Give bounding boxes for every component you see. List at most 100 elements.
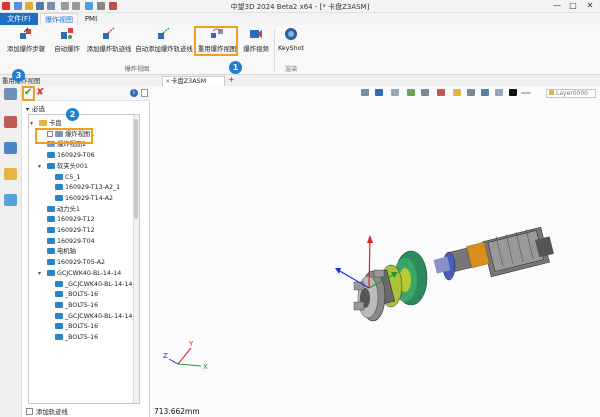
assembly-manager-icon[interactable] [4, 88, 17, 100]
tree-item[interactable]: 160929-T04 [47, 237, 95, 246]
explode-view1-highlight [35, 128, 93, 144]
part-icon [47, 162, 55, 169]
auto-explode-icon [61, 28, 73, 39]
explode-video-label: 爆炸视频 [243, 45, 269, 53]
tree-item[interactable]: ▾ 软夹头001 [38, 162, 88, 171]
part-icon [55, 301, 63, 308]
auto-explode-label: 自动爆炸 [54, 45, 80, 53]
add-explode-trail-button[interactable]: 添加爆炸轨迹线 [84, 27, 134, 57]
callout-3: 3 [12, 69, 25, 82]
tree-item-label: 160929-T14-A2 [65, 194, 114, 202]
tree-item-label: 160929-T12 [57, 216, 95, 224]
callout-2: 2 [66, 108, 79, 121]
axis-y-label: Y [188, 340, 194, 348]
blue-disc[interactable] [433, 251, 456, 281]
part-icon [47, 237, 55, 244]
tree-item-label: _BOLTS-16 [65, 323, 99, 331]
document-tab[interactable]: × 卡盘Z3ASM [162, 76, 225, 86]
tree-item[interactable]: C5_1 [55, 173, 81, 182]
add-document-tab-icon[interactable]: + [228, 75, 235, 84]
section-title: 必选 [32, 105, 46, 113]
tree-item-label: 160929-T04 [57, 237, 95, 245]
tree-item[interactable]: _GCJCWK40-BL-14-14_l [55, 280, 137, 289]
part-icon [47, 152, 55, 159]
tab-explode-view[interactable]: 爆炸视图 [40, 13, 78, 25]
tab-file[interactable]: 文件(F) [0, 13, 38, 25]
minimize-button[interactable]: — [552, 1, 562, 11]
assembly-icon [39, 120, 47, 126]
tree-item-label: _BOLTS-16 [65, 334, 99, 341]
3d-viewport[interactable]: Layer0000 Y X Z 713.662mm [151, 86, 600, 417]
part-icon [55, 323, 63, 330]
part-icon [55, 280, 63, 287]
keyshot-label: KeyShot [277, 44, 305, 52]
tree-item-label: 160929-T13-A2_1 [65, 184, 121, 192]
tree-item[interactable]: 160929-T05-A2 [47, 258, 105, 267]
tree-item[interactable]: 电机轴 [47, 247, 76, 256]
section-collapse-icon[interactable]: ▾ [26, 106, 29, 113]
tree-scrollbar[interactable] [133, 115, 139, 403]
tree-item[interactable]: ▾ 卡盘 [30, 119, 62, 128]
layer-icon[interactable] [4, 168, 17, 180]
tree-expand-icon[interactable]: ▾ [38, 269, 41, 278]
tree-item[interactable]: 160929-T06 [47, 151, 95, 160]
part-view-icon[interactable] [4, 116, 17, 128]
add-explode-step-label: 添加爆炸步骤 [6, 45, 46, 53]
ribbon-separator [274, 29, 275, 71]
model-graphics[interactable]: Y X Z [151, 86, 600, 417]
required-section[interactable]: ▾ 必选 [22, 103, 150, 113]
add-trail-checkbox[interactable] [26, 408, 33, 415]
document-tab-close-icon[interactable]: × [165, 77, 170, 86]
panel-menu-icon[interactable] [141, 89, 148, 97]
tree-item[interactable]: 160929-T13-A2_1 [55, 183, 120, 192]
auto-add-trail-label: 自动添加爆炸轨迹线 [135, 45, 193, 53]
info-button[interactable]: i [130, 89, 138, 97]
ribbon: 添加爆炸步骤 自动爆炸 添加爆炸轨迹线 自动添加爆炸轨迹线 重用爆炸视图 爆炸视… [0, 25, 600, 75]
part-icon [47, 205, 55, 212]
tree-item-label: _GCJCWK40-BL-14-14_r [65, 312, 139, 320]
add-explode-step-button[interactable]: 添加爆炸步骤 [2, 27, 50, 57]
add-trail-option[interactable]: 添加轨迹线 [26, 407, 68, 416]
tree-item[interactable]: _BOLTS-16 [55, 290, 98, 299]
callout-1: 1 [229, 61, 242, 74]
tree-item[interactable]: _BOLTS-16 [55, 322, 98, 331]
part-icon [47, 227, 55, 233]
tree-item[interactable]: 160929-T12 [47, 215, 95, 224]
tree-scrollbar-thumb[interactable] [134, 119, 138, 219]
tree-expand-icon[interactable]: ▾ [38, 162, 41, 171]
hierarchy-icon[interactable] [4, 142, 17, 154]
explode-video-button[interactable]: 爆炸视频 [240, 27, 272, 57]
reuse-explode-view-highlight [194, 26, 238, 56]
add-explode-trail-label: 添加爆炸轨迹线 [86, 45, 132, 53]
auto-add-trail-button[interactable]: 自动添加爆炸轨迹线 [134, 27, 194, 57]
auto-explode-button[interactable]: 自动爆炸 [50, 27, 84, 57]
image-view-icon[interactable] [4, 194, 17, 206]
group-label-render: 渲染 [284, 66, 298, 73]
keyshot-button[interactable]: KeyShot [276, 27, 306, 57]
tree-item[interactable]: _GCJCWK40-BL-14-14_r [55, 312, 138, 321]
part-icon [55, 291, 63, 298]
tree-item[interactable]: ▾ GCJCWK40-BL-14-14 [38, 269, 121, 278]
tree-item[interactable]: 动力头1 [47, 205, 80, 214]
tree-item[interactable]: 160929-T12 [47, 226, 95, 235]
close-button[interactable]: ✕ [585, 1, 595, 11]
reuse-explode-view-panel: ✔ ✘ i 3 ▾ 必选 ▾ 卡盘 爆炸视图1 爆炸视图2 160929-T06 ▾ 软夹头0… [12, 69, 150, 417]
scale-label: 713.662mm [154, 407, 200, 416]
part-icon [47, 259, 55, 266]
document-tab-label: 卡盘Z3ASM [171, 77, 207, 85]
motor-body[interactable] [482, 226, 554, 278]
tree-item-label: 卡盘 [49, 120, 62, 127]
tree-expand-icon[interactable]: ▾ [30, 119, 33, 128]
menu-bar: 文件(F) 爆炸视图 PMI [0, 13, 600, 25]
tree-item-label: 160929-T06 [57, 152, 95, 160]
maximize-button[interactable]: □ [568, 1, 578, 11]
cancel-button[interactable]: ✘ [36, 87, 46, 99]
tree-item-label: C5_1 [65, 173, 81, 181]
tree-item[interactable]: _BOLTS-16 [55, 333, 98, 342]
tree-item[interactable]: _BOLTS-16 [55, 301, 98, 310]
tree-item-label: _GCJCWK40-BL-14-14_l [65, 280, 138, 288]
tab-pmi[interactable]: PMI [80, 13, 102, 25]
tree-item[interactable]: 160929-T14-A2 [55, 194, 113, 203]
tree-item-label: 160929-T12 [57, 227, 95, 234]
keyshot-icon [285, 28, 297, 40]
